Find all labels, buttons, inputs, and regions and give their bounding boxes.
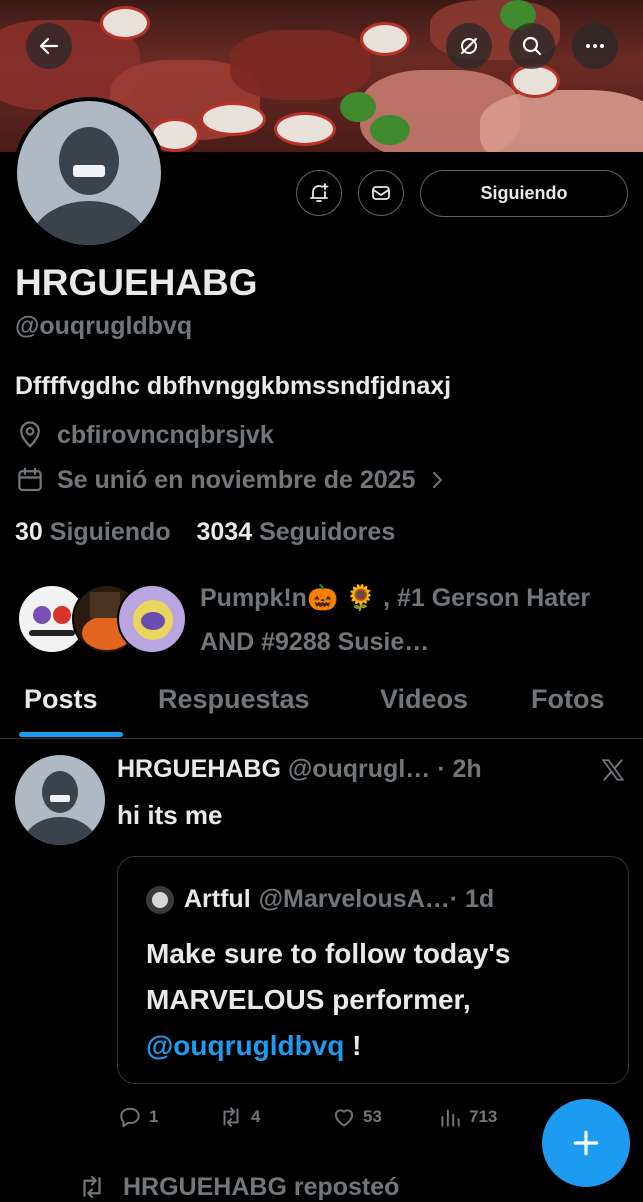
tab-posts[interactable]: Posts — [24, 684, 98, 715]
profile-handle: @ouqrugldbvq — [15, 312, 193, 340]
notifications-toggle-button[interactable] — [296, 170, 342, 216]
tab-videos[interactable]: Videos — [380, 684, 468, 715]
slash-circle-icon — [461, 38, 477, 54]
repost-label[interactable]: HRGUEHABG reposteó — [123, 1173, 399, 1202]
like-button[interactable]: 53 — [331, 1104, 382, 1130]
bar-chart-icon — [441, 1109, 460, 1127]
following-count: 30 — [15, 518, 43, 546]
quote-text-body: Make sure to follow today's MARVELOUS pe… — [146, 938, 511, 1015]
quote-text: Make sure to follow today's MARVELOUS pe… — [146, 931, 616, 1069]
location-text: cbfirovncnqbrsjvk — [57, 420, 274, 449]
followers-you-know-text[interactable]: Pumpk!n🎃 🌻 , #1 Gerson Hater AND #9288 S… — [200, 576, 620, 664]
compose-post-button[interactable] — [542, 1099, 630, 1187]
tab-fotos[interactable]: Fotos — [531, 684, 605, 715]
followers-count: 3034 — [196, 518, 253, 546]
back-button[interactable] — [26, 23, 72, 69]
plus-icon — [573, 1130, 599, 1156]
quote-author-name: Artful — [184, 885, 251, 913]
post-actions: 1 4 53 713 — [117, 1104, 597, 1134]
known-follower-avatar — [117, 584, 187, 654]
quote-time: · 1d — [449, 885, 495, 913]
post-header: HRGUEHABG @ouqrugl… · 2h — [117, 755, 482, 784]
following-label: Siguiendo — [49, 518, 171, 546]
views-button[interactable]: 713 — [437, 1104, 497, 1130]
repost-icon — [223, 1107, 239, 1127]
repost-count: 4 — [251, 1107, 261, 1126]
like-count: 53 — [363, 1107, 382, 1126]
active-tab-indicator — [19, 732, 123, 737]
quote-author-avatar — [146, 885, 174, 914]
repost-icon — [83, 1175, 101, 1199]
next-item-repost-indicator: HRGUEHABG reposteó — [75, 1172, 399, 1202]
calendar-icon — [18, 467, 42, 492]
profile-location: cbfirovncnqbrsjvk — [15, 420, 274, 450]
profile-stats: 30 Siguiendo 3034 Seguidores — [15, 518, 395, 547]
reply-icon — [120, 1107, 140, 1128]
following-button[interactable]: Siguiendo — [420, 170, 628, 217]
repost-button[interactable]: 4 — [217, 1104, 260, 1130]
mail-icon — [372, 186, 390, 200]
post-author-avatar[interactable] — [15, 755, 105, 845]
quote-author-handle: @MarvelousA… — [258, 885, 450, 913]
message-button[interactable] — [358, 170, 404, 216]
x-logo-icon[interactable] — [600, 757, 626, 788]
followers-link[interactable]: 3034 Seguidores — [197, 518, 396, 546]
location-pin-icon — [20, 421, 40, 448]
view-count: 713 — [469, 1107, 498, 1126]
bell-plus-icon — [310, 183, 329, 202]
profile-display-name: HRGUEHABG — [15, 262, 258, 303]
more-button[interactable] — [572, 23, 618, 69]
chevron-right-icon — [433, 472, 443, 488]
post-author-handle[interactable]: @ouqrugl… — [288, 755, 430, 783]
tab-respuestas[interactable]: Respuestas — [158, 684, 310, 715]
profile-joined[interactable]: Se unió en noviembre de 2025 — [15, 465, 449, 495]
following-link[interactable]: 30 Siguiendo — [15, 518, 178, 546]
reply-count: 1 — [149, 1107, 159, 1126]
quote-mention-link[interactable]: @ouqrugldbvq — [146, 1030, 344, 1061]
joined-text: Se unió en noviembre de 2025 — [57, 465, 416, 494]
profile-bio: Dffffvgdhc dbfhvnggkbmssndfjdnaxj — [15, 372, 452, 400]
search-icon — [522, 36, 542, 56]
grok-button[interactable] — [446, 23, 492, 69]
followers-label: Seguidores — [259, 518, 396, 546]
teeth-graphic — [73, 165, 105, 177]
search-button[interactable] — [509, 23, 555, 69]
quoted-post[interactable]: Artful @MarvelousA… · 1d Make sure to fo… — [117, 856, 629, 1084]
heart-icon — [334, 1109, 354, 1127]
quote-text-end: ! — [344, 1030, 362, 1061]
more-horizontal-icon — [586, 44, 604, 48]
profile-avatar[interactable] — [13, 97, 165, 249]
arrow-left-icon — [39, 37, 59, 55]
post-text: hi its me — [117, 800, 223, 830]
reply-button[interactable]: 1 — [117, 1104, 158, 1130]
profile-tabs: Posts Respuestas Videos Fotos — [0, 672, 643, 739]
post-time[interactable]: · 2h — [437, 755, 481, 783]
quote-header: Artful @MarvelousA… · 1d — [146, 885, 494, 914]
post-author-name[interactable]: HRGUEHABG — [117, 755, 281, 783]
